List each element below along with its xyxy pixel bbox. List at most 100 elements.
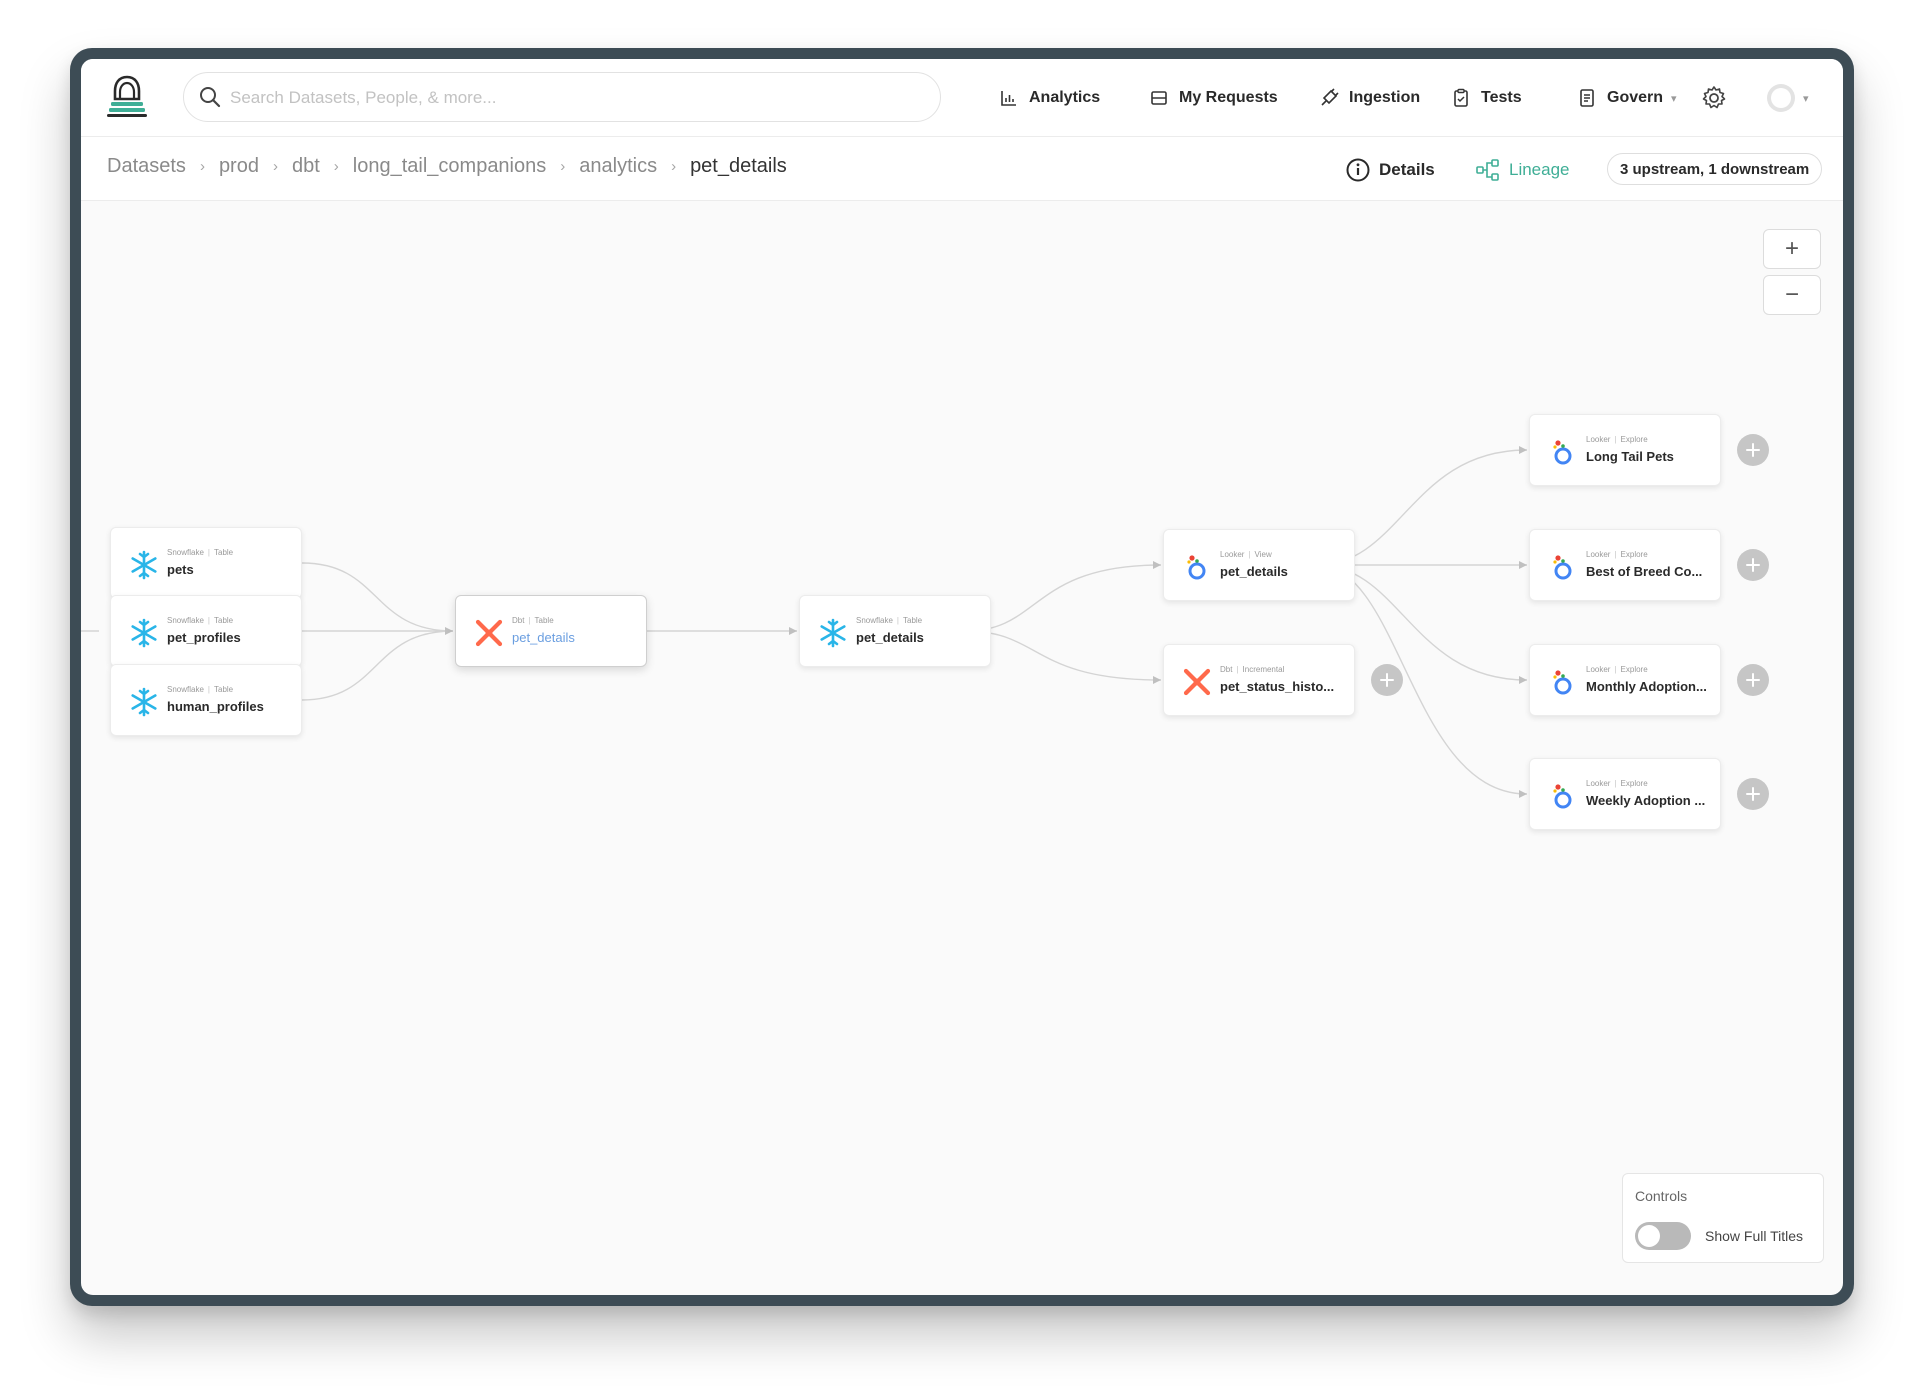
chevron-down-icon: ▾ — [1803, 92, 1809, 105]
dbt-icon — [475, 619, 503, 647]
plug-icon — [1321, 88, 1339, 106]
node-meta: Snowflake | Table — [167, 548, 234, 557]
tab-details-label: Details — [1379, 160, 1435, 179]
controls-title: Controls — [1635, 1188, 1688, 1204]
breadcrumb-dbt[interactable]: dbt — [292, 155, 320, 178]
nav-tests[interactable]: Tests — [1451, 83, 1522, 113]
chevron-right-icon: › — [199, 158, 205, 175]
looker-icon — [1553, 670, 1572, 695]
lineage-icon — [1476, 159, 1499, 181]
expand-node-button[interactable] — [1371, 664, 1403, 696]
node-meta: Dbt | Table — [512, 616, 554, 625]
nav-govern-label: Govern — [1607, 89, 1664, 106]
looker-icon — [1553, 440, 1572, 465]
user-menu[interactable]: ▾ — [1765, 81, 1809, 115]
snowflake-icon — [131, 687, 157, 717]
chevron-right-icon: › — [272, 158, 278, 175]
nav-analytics[interactable]: Analytics — [999, 83, 1100, 113]
app-logo-icon[interactable] — [105, 73, 149, 119]
expand-node-button[interactable] — [1737, 549, 1769, 581]
lineage-node-pet-profiles[interactable]: Snowflake | Table pet_profiles — [110, 595, 302, 667]
chevron-right-icon: › — [560, 158, 566, 175]
nav-analytics-label: Analytics — [1029, 89, 1101, 106]
lineage-node-pet-status-history[interactable]: Dbt | Incremental pet_status_histo... — [1163, 644, 1355, 716]
gear-icon[interactable] — [1701, 85, 1727, 111]
node-meta: Looker | Explore — [1586, 665, 1648, 674]
search-bar[interactable] — [183, 72, 941, 122]
avatar-icon — [1767, 84, 1795, 112]
looker-icon — [1187, 555, 1206, 580]
browser-frame: Analytics My Requests Ingestion — [70, 48, 1854, 1306]
node-name: Best of Breed Co... — [1586, 564, 1703, 579]
breadcrumb-analytics[interactable]: analytics — [579, 155, 657, 178]
chevron-right-icon: › — [671, 158, 677, 175]
lineage-node-dbt-pet-details[interactable]: Dbt | Table pet_details — [455, 595, 647, 667]
node-name: pet_status_histo... — [1220, 679, 1335, 694]
node-meta: Snowflake | Table — [167, 616, 234, 625]
nav-tests-label: Tests — [1481, 89, 1522, 106]
expand-node-button[interactable] — [1737, 664, 1769, 696]
tab-details[interactable]: Details — [1345, 155, 1435, 185]
app-window: Analytics My Requests Ingestion — [81, 59, 1843, 1295]
lineage-node-monthly-adoption[interactable]: Looker | Explore Monthly Adoption... — [1529, 644, 1721, 716]
node-name: pet_details — [856, 630, 924, 645]
chevron-right-icon: › — [333, 158, 339, 175]
nav-my-requests-label: My Requests — [1179, 89, 1278, 106]
expand-node-button[interactable] — [1737, 434, 1769, 466]
node-name: pet_profiles — [167, 630, 241, 645]
breadcrumb-bar: Datasets › prod › dbt › long_tail_compan… — [81, 137, 1843, 201]
node-name: Monthly Adoption... — [1586, 679, 1707, 694]
search-input[interactable] — [230, 81, 910, 115]
clipboard-icon — [1454, 88, 1468, 107]
breadcrumb-prod[interactable]: prod — [219, 155, 259, 178]
show-full-titles-label: Show Full Titles — [1705, 1228, 1804, 1244]
expand-node-button[interactable] — [1737, 778, 1769, 810]
nav-ingestion-label: Ingestion — [1349, 89, 1421, 106]
node-meta: Snowflake | Table — [856, 616, 923, 625]
toggle-knob — [1638, 1225, 1660, 1247]
node-meta: Looker | View — [1220, 550, 1272, 559]
show-full-titles-toggle[interactable] — [1635, 1222, 1691, 1250]
lineage-node-snowflake-pet-details[interactable]: Snowflake | Table pet_details — [799, 595, 991, 667]
looker-icon — [1553, 555, 1572, 580]
looker-icon — [1553, 784, 1572, 809]
nav-govern[interactable]: Govern ▾ — [1577, 83, 1677, 113]
controls-panel: Controls Show Full Titles — [1622, 1173, 1824, 1263]
lineage-node-looker-pet-details[interactable]: Looker | View pet_details — [1163, 529, 1355, 601]
nav-ingestion[interactable]: Ingestion — [1319, 83, 1420, 113]
lineage-node-best-of-breed[interactable]: Looker | Explore Best of Breed Co... — [1529, 529, 1721, 601]
snowflake-icon — [131, 550, 157, 580]
document-icon — [1580, 89, 1594, 107]
node-meta: Looker | Explore — [1586, 550, 1648, 559]
chevron-down-icon: ▾ — [1671, 92, 1677, 105]
info-icon — [1346, 158, 1370, 182]
dbt-icon — [1183, 668, 1211, 696]
snowflake-icon — [820, 618, 846, 648]
node-name: human_profiles — [167, 699, 264, 714]
node-name: pets — [167, 562, 194, 577]
breadcrumb: Datasets › prod › dbt › long_tail_compan… — [107, 155, 787, 178]
node-name: pet_details — [512, 630, 575, 645]
breadcrumb-long-tail-companions[interactable]: long_tail_companions — [353, 155, 546, 178]
node-meta: Snowflake | Table — [167, 685, 234, 694]
search-icon — [200, 87, 221, 108]
nav-my-requests[interactable]: My Requests — [1149, 83, 1278, 113]
zoom-out-button[interactable]: − — [1763, 275, 1821, 315]
node-meta: Dbt | Incremental — [1220, 665, 1285, 674]
breadcrumb-datasets[interactable]: Datasets — [107, 155, 186, 178]
lineage-node-long-tail-pets[interactable]: Looker | Explore Long Tail Pets — [1529, 414, 1721, 486]
node-name: Weekly Adoption ... — [1586, 793, 1706, 808]
stream-count-badge: 3 upstream, 1 downstream — [1607, 153, 1823, 185]
zoom-in-button[interactable]: + — [1763, 229, 1821, 269]
breadcrumb-current: pet_details — [690, 155, 787, 177]
lineage-node-weekly-adoption[interactable]: Looker | Explore Weekly Adoption ... — [1529, 758, 1721, 830]
lineage-node-human-profiles[interactable]: Snowflake | Table human_profiles — [110, 664, 302, 736]
snowflake-icon — [131, 618, 157, 648]
top-navigation: Analytics My Requests Ingestion — [81, 59, 1843, 137]
bar-chart-icon — [1001, 91, 1016, 106]
node-meta: Looker | Explore — [1586, 779, 1648, 788]
lineage-node-pets[interactable]: Snowflake | Table pets — [110, 527, 302, 599]
node-name: Long Tail Pets — [1586, 449, 1674, 464]
node-name: pet_details — [1220, 564, 1288, 579]
tab-lineage[interactable]: Lineage — [1475, 155, 1570, 185]
